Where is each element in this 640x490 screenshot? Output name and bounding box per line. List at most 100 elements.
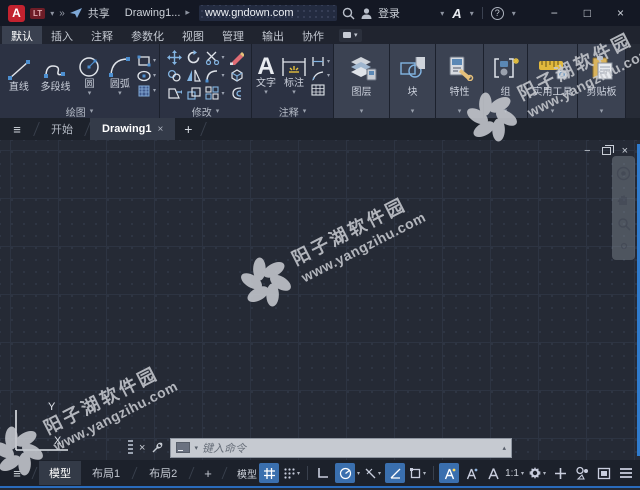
command-expand-icon[interactable]: ▴ [502,444,506,452]
drawing-canvas[interactable]: − × Y X [0,140,640,460]
panel-group-expand[interactable]: ▾ [484,104,527,118]
snap-toggle[interactable]: ▾ [281,463,302,483]
panel-utilities-expand[interactable]: ▾ [528,104,577,118]
ribbon-tab-insert[interactable]: 插入 [42,26,82,44]
annotation-visibility-toggle[interactable] [439,463,460,483]
panel-layers-expand[interactable]: ▾ [334,104,389,118]
fillet-button[interactable]: ▾ [205,68,225,83]
ribbon-display-toggle[interactable]: ▾ [339,28,362,42]
ribbon-tab-collaborate[interactable]: 协作 [293,26,333,44]
command-recent-caret-icon[interactable]: ▾ [194,444,198,452]
annotation-autoscale-toggle[interactable] [461,463,481,483]
circle-caret-icon[interactable]: ▾ [88,90,92,97]
isolate-objects-button[interactable] [572,463,592,483]
toolbar-caret-icon[interactable]: ▾ [440,9,444,18]
file-tabs-menu-icon[interactable]: ≡ [0,118,34,140]
block-button[interactable]: 块 [390,44,435,104]
scale-caret-icon[interactable]: ▾ [521,470,524,477]
command-drag-handle[interactable] [128,439,133,456]
scale-value[interactable]: 1:1 [505,468,519,479]
customize-button[interactable] [616,463,636,483]
leader-button[interactable]: ▾ [311,70,330,81]
autocad-logo-icon[interactable]: A [8,4,25,22]
panel-clipboard-expand[interactable]: ▾ [578,104,625,118]
doc-caret-icon[interactable]: ▸ [185,8,190,18]
ribbon-tab-view[interactable]: 视图 [173,26,213,44]
search-input[interactable]: www.gndown.com [198,5,337,21]
properties-button[interactable]: 特性 [436,44,483,104]
clipboard-button[interactable]: 剪贴板 [578,44,625,104]
command-prompt-icon[interactable] [176,442,191,453]
rectangle-button[interactable]: ▾ [137,55,156,67]
ortho-toggle[interactable] [313,463,333,483]
linear-dim-button[interactable]: ▾ [311,56,330,67]
new-layout-button[interactable]: + [196,464,220,483]
grid-toggle[interactable] [259,463,279,483]
layers-button[interactable]: 图层 [334,44,389,104]
explode-button[interactable] [229,68,244,83]
login-button[interactable]: 登录 [378,5,400,21]
share-plane-icon[interactable] [69,7,83,19]
dimension-button[interactable]: 标注 ▾ [280,56,308,96]
ribbon-tab-annotate[interactable]: 注释 [82,26,122,44]
ribbon-tab-manage[interactable]: 管理 [213,26,253,44]
isoplane-toggle[interactable]: ▾ [362,463,383,483]
arc-caret-icon[interactable]: ▾ [118,90,122,97]
rotate-button[interactable] [186,50,201,65]
share-button[interactable]: 共享 [88,5,110,21]
isoplane-caret-icon[interactable]: ▾ [378,470,381,477]
offset-button[interactable] [229,86,244,101]
user-icon[interactable] [360,7,373,20]
command-wrench-icon[interactable] [151,441,164,454]
clean-screen-button[interactable] [594,463,614,483]
drawing-restore-button[interactable] [601,145,614,155]
navigation-wheel-icon[interactable] [616,166,631,181]
dimension-caret-icon[interactable]: ▾ [292,89,296,96]
trim-button[interactable]: ▾ [205,50,225,65]
ribbon-tab-home[interactable]: 默认 [2,26,42,44]
osnap-caret-icon[interactable]: ▾ [423,470,426,477]
ribbon-tab-output[interactable]: 输出 [253,26,293,44]
text-button[interactable]: A 文字 ▾ [255,55,277,96]
help-caret-icon[interactable]: ▾ [512,9,516,18]
model-space-button[interactable]: 模型 [237,466,257,481]
polyline-button[interactable]: 多段线 [38,58,73,93]
move-button[interactable] [167,50,183,65]
panel-annotate-label[interactable]: 注释 ▾ [252,104,333,119]
layout-menu-icon[interactable]: ≡ [4,466,30,481]
new-drawing-button[interactable]: + [175,118,201,140]
navigation-bar[interactable] [612,156,635,260]
layout1-tab[interactable]: 布局1 [82,461,130,485]
layout2-tab[interactable]: 布局2 [139,461,187,485]
file-tab-close-icon[interactable]: × [158,124,164,135]
snap-caret-icon[interactable]: ▾ [297,470,300,477]
ribbon-tab-parametric[interactable]: 参数化 [122,26,173,44]
osnap-toggle[interactable]: ▾ [407,463,428,483]
minimize-button[interactable]: − [551,6,558,20]
model-tab[interactable]: 模型 [39,461,81,485]
file-tab-drawing1[interactable]: Drawing1 × [90,118,176,140]
circle-button[interactable]: 圆 ▾ [76,55,103,97]
arc-button[interactable]: 圆弧 ▾ [106,55,134,97]
command-input[interactable]: ▾ 键入命令 ▴ [170,437,512,458]
file-tab-start[interactable]: 开始 [39,118,85,140]
table-button[interactable] [311,83,330,96]
close-button[interactable]: × [617,6,624,20]
utilities-button[interactable]: 实用工具 [528,44,577,104]
mirror-button[interactable] [186,68,202,83]
pan-hand-icon[interactable] [616,192,631,206]
maximize-button[interactable]: □ [584,6,591,20]
workspace-button[interactable]: ▾ [526,463,548,483]
panel-modify-label[interactable]: 修改 ▾ [160,104,251,119]
autodesk-icon[interactable]: A [452,6,461,21]
panel-properties-expand[interactable]: ▾ [436,104,483,118]
quick-access-caret-icon[interactable]: ▾ [50,9,54,18]
polar-caret-icon[interactable]: ▾ [357,470,360,477]
polar-tracking-toggle[interactable] [335,463,356,483]
navbar-gear-icon[interactable] [619,242,629,250]
array-button[interactable]: ▾ [205,86,225,101]
group-button[interactable]: 组 [484,44,527,104]
scale-button[interactable] [186,86,202,101]
search-icon[interactable] [342,7,355,20]
text-caret-icon[interactable]: ▾ [264,89,268,96]
